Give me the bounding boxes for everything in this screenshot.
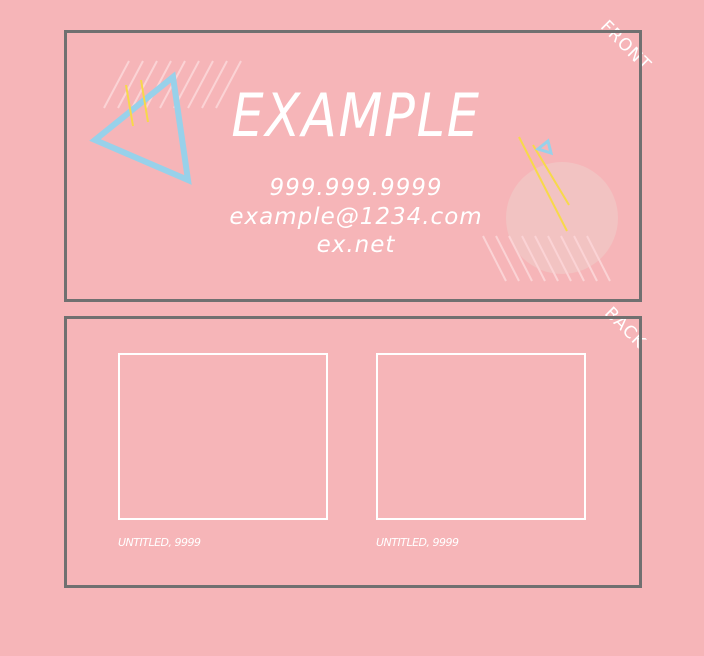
artwork-frame-2 [376, 353, 586, 520]
email-address: example@1234.com [229, 204, 483, 230]
business-card-back: UNTITLED, 9999 UNTITLED, 9999 [64, 316, 642, 588]
artwork-caption-1: UNTITLED, 9999 [118, 536, 201, 549]
phone-number: 999.999.9999 [269, 175, 443, 201]
artwork-frame-1 [118, 353, 328, 520]
artwork-caption-2: UNTITLED, 9999 [376, 536, 459, 549]
card-title: EXAMPLE [231, 81, 481, 151]
decorative-shapes [89, 60, 618, 282]
website-url: ex.net [316, 232, 396, 258]
business-card-front: EXAMPLE 999.999.9999 example@1234.com ex… [64, 30, 642, 302]
